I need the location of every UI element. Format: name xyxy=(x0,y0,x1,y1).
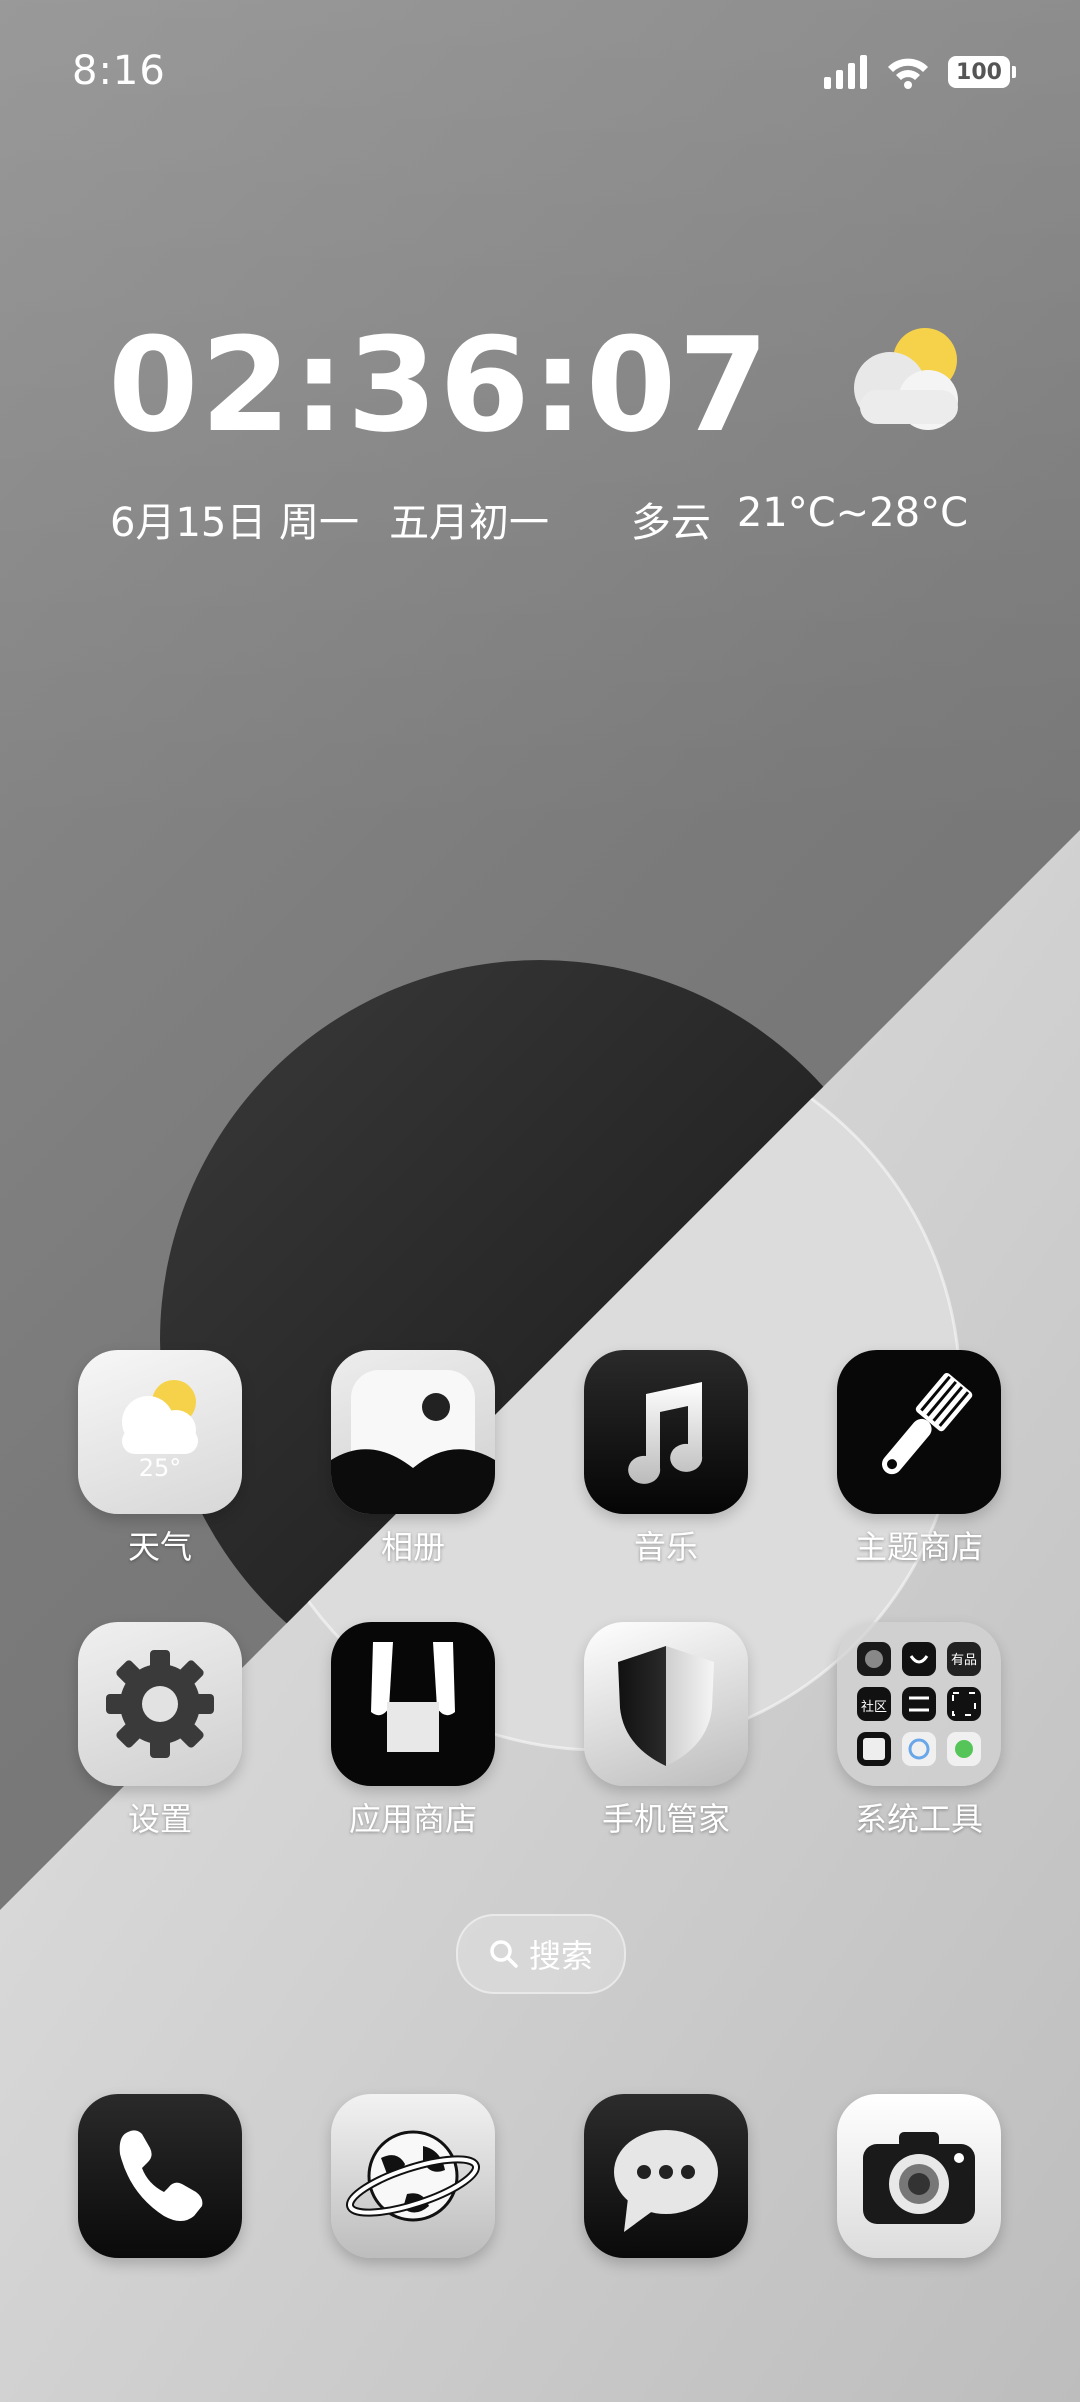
folder-system-tools[interactable]: 有品 社区 系统工具 xyxy=(837,1622,1001,1840)
dock-messages[interactable] xyxy=(584,2094,748,2258)
app-label-settings: 设置 xyxy=(127,1800,192,1838)
clock-time: 02:36:07 xyxy=(108,309,771,461)
wifi-icon xyxy=(888,58,928,89)
search-label: 搜索 xyxy=(528,1937,593,1975)
app-weather[interactable]: 25° 天气 xyxy=(78,1350,242,1568)
app-settings[interactable]: 设置 xyxy=(78,1622,242,1840)
dock-browser[interactable] xyxy=(331,2094,495,2258)
app-label-theme-store: 主题商店 xyxy=(854,1528,983,1566)
lunar-date: 五月初一 xyxy=(389,500,550,546)
app-gallery[interactable]: 相册 xyxy=(331,1350,495,1568)
app-label-system-tools: 系统工具 xyxy=(854,1800,983,1838)
dock-phone[interactable] xyxy=(78,2094,242,2258)
status-time: 8:16 xyxy=(72,48,166,94)
search-icon xyxy=(490,1940,518,1968)
gallery-icon xyxy=(331,1350,495,1514)
app-label-gallery: 相册 xyxy=(380,1528,445,1566)
app-music[interactable]: 音乐 xyxy=(584,1350,748,1568)
security-icon xyxy=(584,1622,748,1786)
signal-icon xyxy=(824,55,867,89)
weather-icon-temp: 25° xyxy=(138,1454,182,1482)
settings-icon xyxy=(78,1622,242,1786)
folder-badge-youpin: 有品 xyxy=(950,1653,977,1668)
camera-icon xyxy=(863,2132,975,2224)
folder-badge-community: 社区 xyxy=(860,1700,887,1715)
phone-icon xyxy=(119,2130,203,2221)
app-label-weather: 天气 xyxy=(127,1528,192,1566)
app-theme-store[interactable]: 主题商店 xyxy=(837,1350,1001,1568)
date-text: 6月15日 周一 xyxy=(110,500,360,546)
app-label-security: 手机管家 xyxy=(601,1800,730,1838)
app-security[interactable]: 手机管家 xyxy=(584,1622,748,1840)
weather-line: 多云 21°C~28°C xyxy=(631,490,968,548)
weather-condition: 多云 xyxy=(630,500,711,546)
battery-icon: 100 xyxy=(948,56,1016,88)
music-icon xyxy=(584,1350,748,1514)
dock-camera[interactable] xyxy=(837,2094,1001,2258)
battery-level: 100 xyxy=(956,59,1002,85)
partly-cloudy-icon xyxy=(854,328,958,430)
date-line: 6月15日 周一 五月初一 xyxy=(110,490,549,548)
search-button[interactable]: 搜索 xyxy=(456,1914,626,1994)
app-store-icon xyxy=(331,1622,495,1786)
theme-store-icon xyxy=(837,1350,1001,1514)
messages-icon xyxy=(614,2130,718,2232)
app-label-app-store: 应用商店 xyxy=(348,1800,477,1838)
browser-icon xyxy=(345,2130,481,2222)
weather-icon: 25° xyxy=(78,1350,242,1514)
temperature-range: 21°C~28°C xyxy=(736,490,968,536)
status-icons: 100 xyxy=(824,55,1016,89)
app-store[interactable]: 应用商店 xyxy=(331,1622,495,1840)
folder-icon: 有品 社区 xyxy=(837,1622,1001,1786)
app-label-music: 音乐 xyxy=(633,1528,698,1566)
